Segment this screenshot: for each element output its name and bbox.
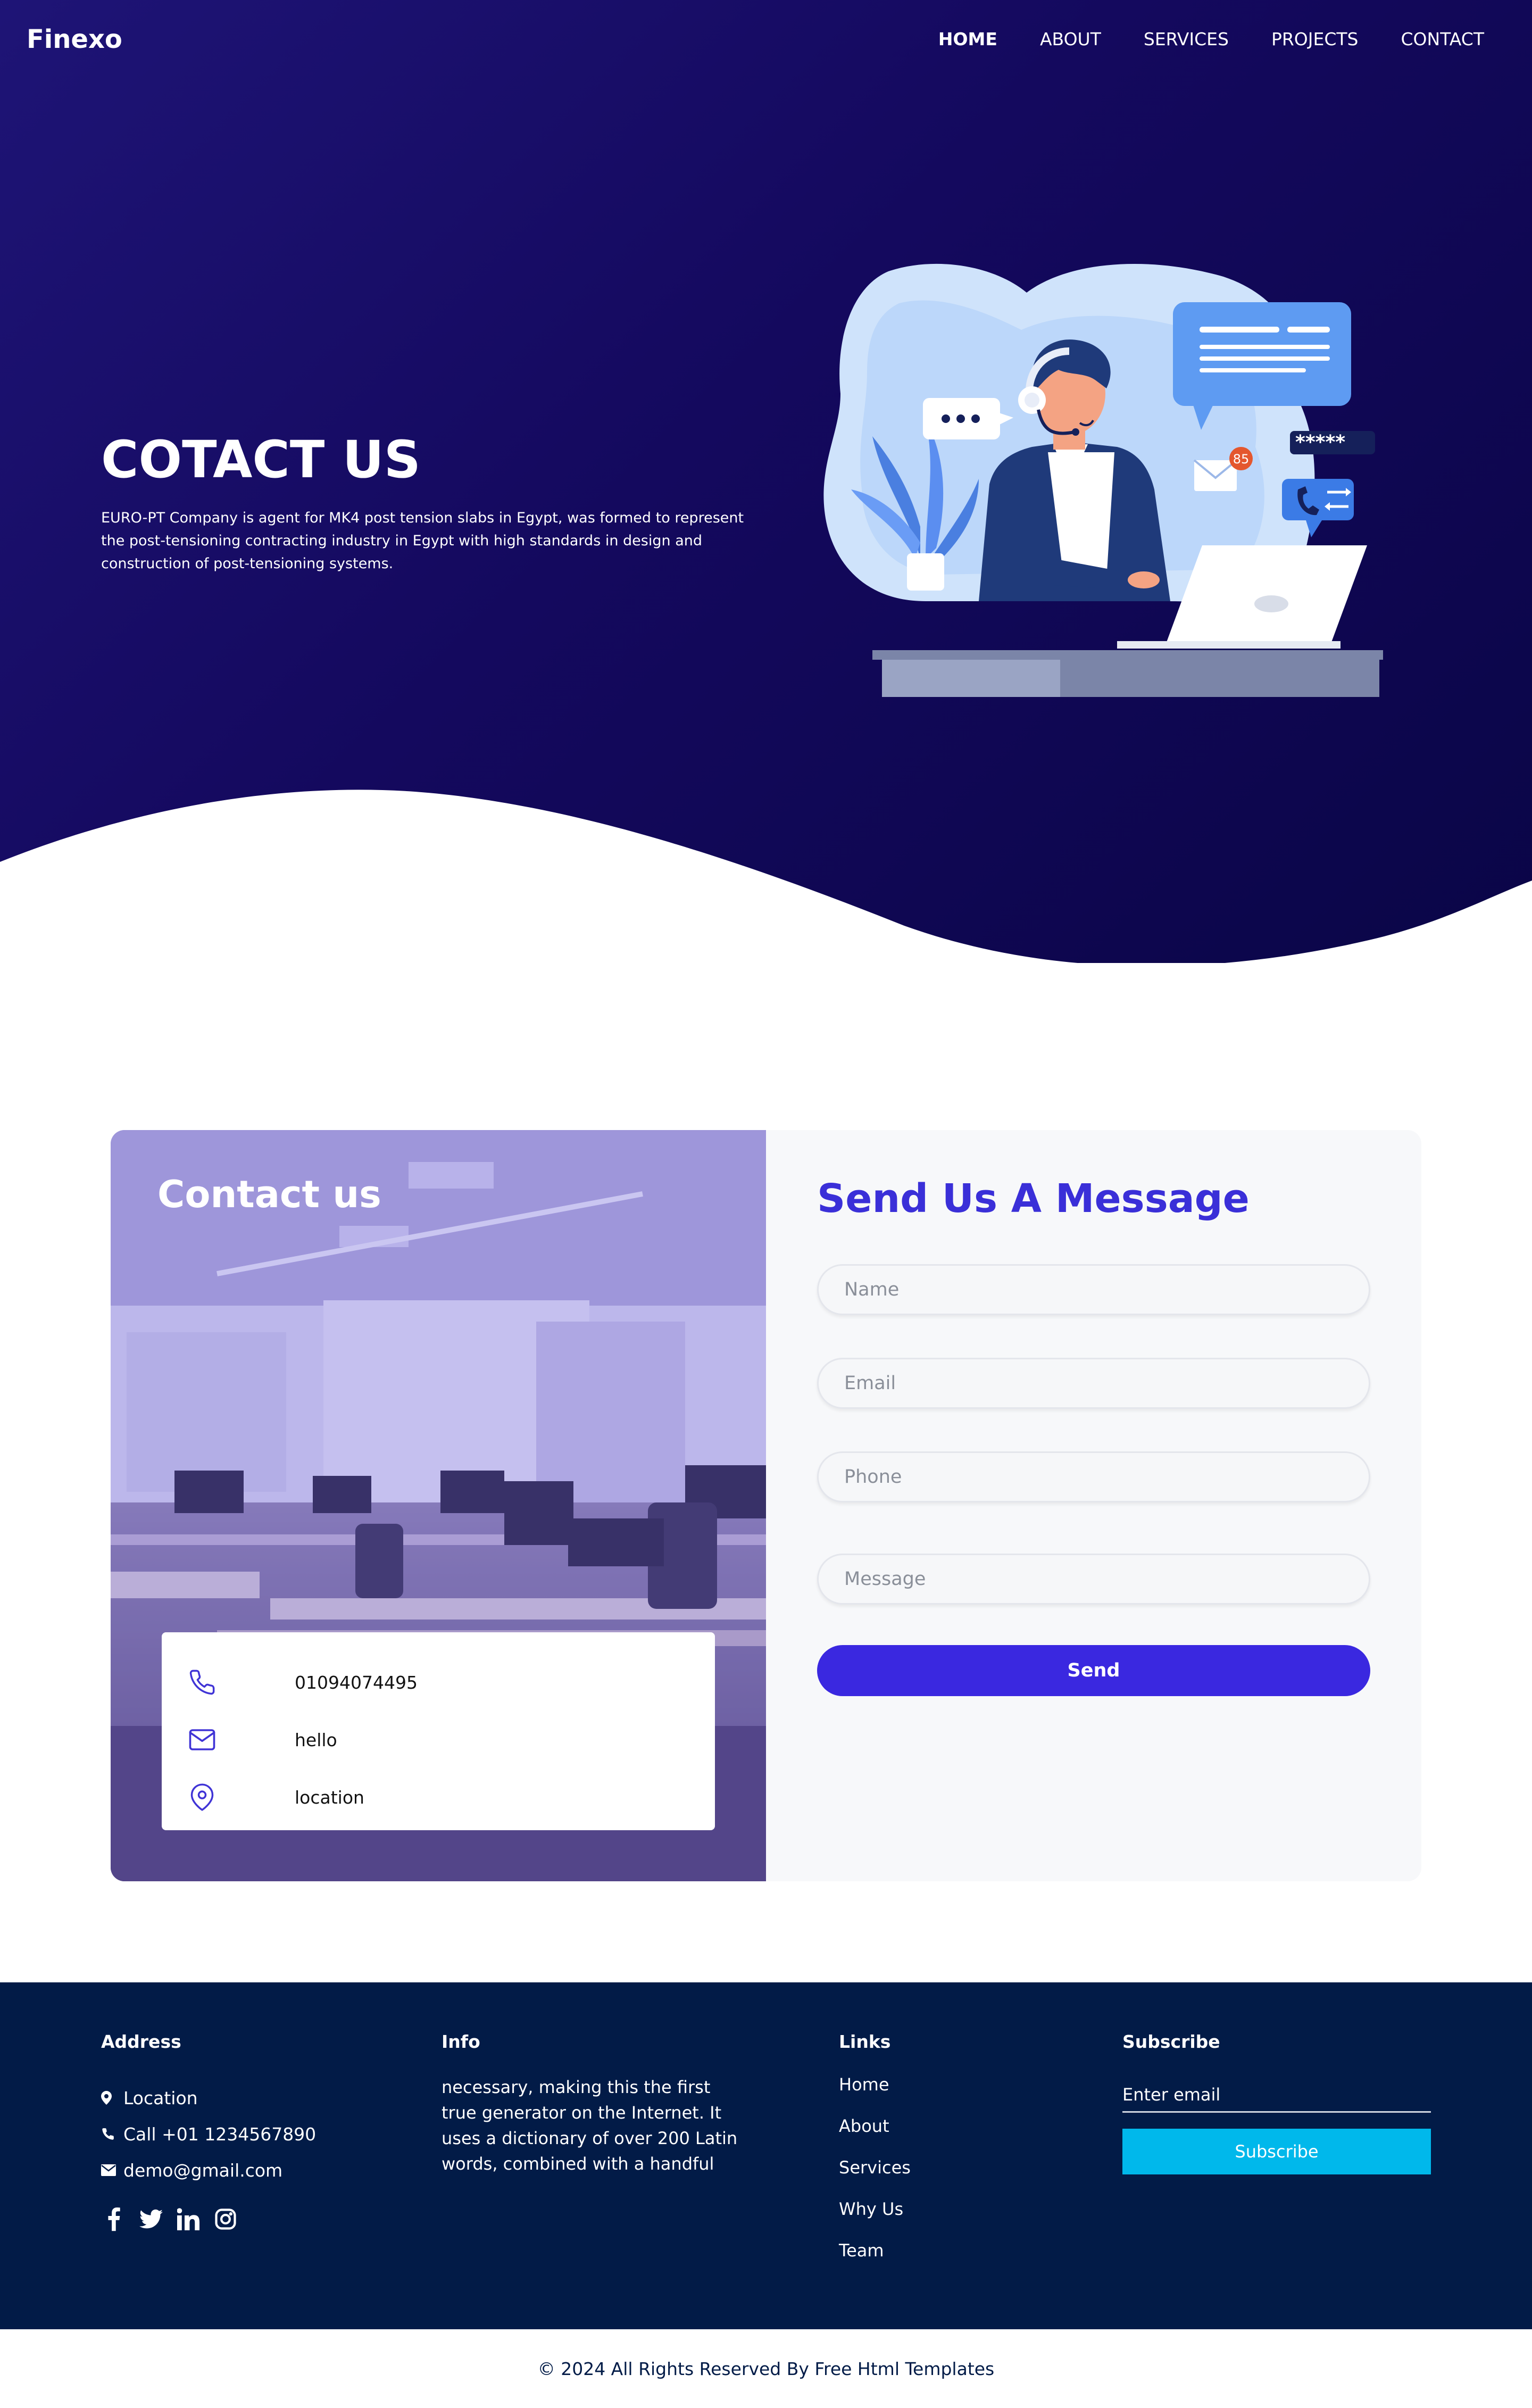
instagram-icon[interactable] [213,2206,238,2232]
mail-icon [186,1724,218,1756]
hero-section: Finexo HOME ABOUT SERVICES PROJECTS CONT… [0,0,1532,963]
svg-text:*****: ***** [1295,431,1345,453]
email-input[interactable] [817,1358,1370,1409]
svg-text:85: 85 [1233,452,1250,467]
send-button[interactable]: Send [817,1645,1370,1696]
footer-subscribe-heading: Subscribe [1122,2031,1220,2052]
phone-icon [101,2127,123,2141]
twitter-icon[interactable] [138,2206,164,2232]
desk-graphic [872,650,1383,697]
message-input[interactable] [817,1554,1370,1605]
linkedin-icon[interactable] [176,2206,201,2232]
envelope-icon [101,2164,123,2176]
footer-address-heading: Address [101,2031,181,2052]
phone-icon [186,1666,218,1698]
contact-email-text: hello [295,1729,337,1750]
facebook-icon[interactable] [101,2206,127,2232]
nav-contact[interactable]: CONTACT [1401,29,1485,49]
subscribe-button[interactable]: Subscribe [1122,2129,1431,2174]
nav-home[interactable]: HOME [938,29,997,49]
contact-phone-text: 01094074495 [295,1672,418,1693]
phone-input[interactable] [817,1451,1370,1502]
contact-email-row[interactable]: hello [186,1711,715,1768]
chat-dots-bubble [923,398,1013,439]
contact-location-text: location [295,1787,364,1808]
footer-location-row[interactable]: Location [101,2080,316,2116]
nav-about[interactable]: ABOUT [1040,29,1101,49]
hero-title: COTACT US [101,430,421,489]
contact-panel-title: Contact us [157,1173,381,1216]
location-pin-icon [186,1781,218,1813]
contact-info-panel: Contact us 01094074495 hello location [111,1130,766,1881]
social-links [101,2206,316,2232]
map-marker-icon [101,2091,123,2105]
footer-subscribe-column: Subscribe Subscribe [1122,2031,1431,2174]
nav-services[interactable]: SERVICES [1144,29,1229,49]
footer-call-text: Call +01 1234567890 [123,2123,317,2145]
site-logo[interactable]: Finexo [27,24,122,54]
name-input[interactable] [817,1264,1370,1315]
contact-section: Contact us 01094074495 hello location Se… [111,1130,1421,1881]
hero-wave [0,790,1532,963]
footer-links-heading: Links [839,2031,891,2052]
footer-link-about[interactable]: About [839,2116,911,2157]
support-agent-illustration: ***** 85 [823,263,1383,697]
footer-location-text: Location [123,2087,198,2108]
password-field-graphic: ***** [1290,431,1375,454]
contact-location-row[interactable]: location [186,1768,715,1826]
footer-call-row[interactable]: Call +01 1234567890 [101,2116,316,2152]
footer-email-row[interactable]: demo@gmail.com [101,2152,316,2188]
footer-links-list: Home About Services Why Us Team [839,2074,911,2282]
footer-link-why-us[interactable]: Why Us [839,2199,911,2240]
contact-info-card: 01094074495 hello location [162,1632,715,1830]
footer-info-heading: Info [442,2031,480,2052]
footer-info-text: necessary, making this the first true ge… [442,2077,738,2174]
footer-link-services[interactable]: Services [839,2157,911,2199]
hero-description: EURO-PT Company is agent for MK4 post te… [101,510,744,572]
footer-address-column: Address Location Call +01 1234567890 dem… [101,2031,316,2232]
message-form-panel: Send Us A Message Send [766,1130,1421,1881]
contact-phone-row[interactable]: 01094074495 [186,1654,715,1711]
copyright-text: © 2024 All Rights Reserved By Free Html … [537,2358,995,2379]
footer-links-column: Links Home About Services Why Us Team [839,2031,911,2282]
form-title: Send Us A Message [817,1176,1250,1222]
footer-link-team[interactable]: Team [839,2240,911,2282]
footer-email-text: demo@gmail.com [123,2160,283,2181]
main-nav: HOME ABOUT SERVICES PROJECTS CONTACT [938,29,1484,49]
subscribe-email-input[interactable] [1122,2078,1431,2113]
nav-projects[interactable]: PROJECTS [1271,29,1359,49]
site-footer: Address Location Call +01 1234567890 dem… [0,1982,1532,2329]
footer-info-column: Info necessary, making this the first tr… [442,2031,739,2177]
footer-link-home[interactable]: Home [839,2074,911,2116]
